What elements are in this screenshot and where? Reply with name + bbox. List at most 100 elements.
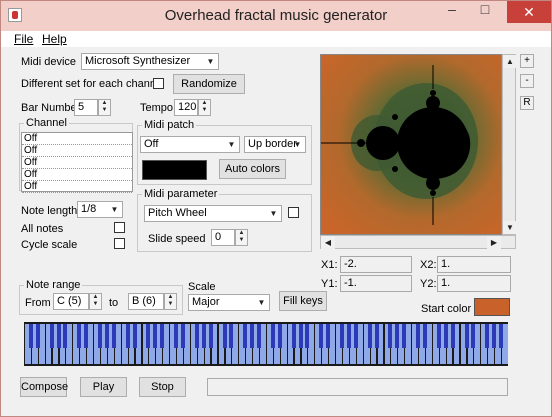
black-key[interactable]: [395, 324, 400, 348]
from-note-input[interactable]: C (5): [53, 293, 89, 310]
black-key[interactable]: [104, 324, 109, 348]
black-key[interactable]: [181, 324, 186, 348]
different-set-checkbox[interactable]: [153, 78, 164, 89]
black-key[interactable]: [160, 324, 165, 348]
channel-item[interactable]: Off: [22, 133, 132, 145]
black-key[interactable]: [402, 324, 407, 348]
close-button[interactable]: ✕: [507, 1, 551, 23]
black-key[interactable]: [471, 324, 476, 348]
menu-help[interactable]: Help: [42, 32, 67, 46]
black-key[interactable]: [305, 324, 310, 348]
black-key[interactable]: [35, 324, 40, 348]
black-key[interactable]: [319, 324, 324, 348]
black-key[interactable]: [277, 324, 282, 348]
black-key[interactable]: [201, 324, 206, 348]
black-key[interactable]: [499, 324, 504, 348]
stop-button[interactable]: Stop: [139, 377, 186, 397]
reset-view-button[interactable]: R: [520, 96, 534, 110]
scale-select[interactable]: Major ▼: [188, 294, 270, 311]
midi-patch-select[interactable]: Off ▼: [140, 136, 240, 153]
black-key[interactable]: [416, 324, 421, 348]
to-note-input[interactable]: B (6): [128, 293, 164, 310]
black-key[interactable]: [464, 324, 469, 348]
black-key[interactable]: [492, 324, 497, 348]
black-key[interactable]: [243, 324, 248, 348]
black-key[interactable]: [208, 324, 213, 348]
minimize-button[interactable]: –: [437, 1, 467, 23]
zoom-out-button[interactable]: -: [520, 74, 534, 88]
black-key[interactable]: [77, 324, 82, 348]
black-key[interactable]: [367, 324, 372, 348]
border-mode-select[interactable]: Up border ▼: [244, 136, 306, 153]
black-key[interactable]: [423, 324, 428, 348]
midi-parameter-select[interactable]: Pitch Wheel ▼: [144, 205, 282, 222]
to-note-stepper[interactable]: ▲ ▼: [164, 293, 177, 310]
black-key[interactable]: [353, 324, 358, 348]
bar-number-stepper[interactable]: ▲ ▼: [98, 99, 111, 116]
maximize-button[interactable]: □: [470, 1, 500, 23]
cycle-scale-checkbox[interactable]: [114, 238, 125, 249]
black-key[interactable]: [63, 324, 68, 348]
black-key[interactable]: [84, 324, 89, 348]
black-key[interactable]: [450, 324, 455, 348]
black-key[interactable]: [388, 324, 393, 348]
midi-device-select[interactable]: Microsoft Synthesizer ▼: [81, 53, 219, 70]
piano-keyboard[interactable]: [24, 322, 508, 366]
black-key[interactable]: [146, 324, 151, 348]
channel-item[interactable]: Off: [22, 145, 132, 157]
black-key[interactable]: [298, 324, 303, 348]
fill-keys-button[interactable]: Fill keys: [279, 291, 327, 311]
fractal-view[interactable]: [320, 54, 502, 235]
black-key[interactable]: [153, 324, 158, 348]
play-button[interactable]: Play: [80, 377, 127, 397]
channel-item[interactable]: Off: [22, 169, 132, 181]
tempo-stepper[interactable]: ▲ ▼: [198, 99, 211, 116]
start-color-swatch[interactable]: [474, 298, 510, 316]
channel-item[interactable]: Off: [22, 181, 132, 193]
randomize-button[interactable]: Randomize: [173, 74, 245, 94]
bar-number-input[interactable]: 5: [74, 99, 98, 116]
black-key[interactable]: [98, 324, 103, 348]
fractal-horizontal-scrollbar[interactable]: ◀ ▶: [320, 235, 516, 249]
black-key[interactable]: [222, 324, 227, 348]
slide-speed-stepper[interactable]: ▲ ▼: [235, 229, 248, 246]
black-key[interactable]: [194, 324, 199, 348]
patch-color-swatch[interactable]: [142, 160, 207, 180]
slide-speed-input[interactable]: 0: [211, 229, 235, 246]
black-key[interactable]: [436, 324, 441, 348]
black-key[interactable]: [174, 324, 179, 348]
black-key[interactable]: [125, 324, 130, 348]
from-note-stepper[interactable]: ▲ ▼: [89, 293, 102, 310]
all-notes-checkbox[interactable]: [114, 222, 125, 233]
black-key[interactable]: [257, 324, 262, 348]
menu-file[interactable]: File: [14, 32, 33, 46]
black-key[interactable]: [250, 324, 255, 348]
note-length-select[interactable]: 1/8 ▼: [77, 201, 123, 218]
compose-button[interactable]: Compose: [20, 377, 68, 397]
black-key[interactable]: [132, 324, 137, 348]
black-key[interactable]: [326, 324, 331, 348]
black-key[interactable]: [346, 324, 351, 348]
black-key[interactable]: [28, 324, 33, 348]
fractal-vertical-scrollbar[interactable]: ▲ ▼: [502, 54, 517, 235]
auto-colors-button[interactable]: Auto colors: [219, 159, 286, 179]
black-key[interactable]: [291, 324, 296, 348]
black-key[interactable]: [111, 324, 116, 348]
black-key[interactable]: [270, 324, 275, 348]
tempo-input[interactable]: 120: [174, 99, 198, 116]
scroll-up-icon[interactable]: ▲: [503, 55, 517, 68]
black-key[interactable]: [229, 324, 234, 348]
black-key[interactable]: [374, 324, 379, 348]
scroll-down-icon[interactable]: ▼: [503, 221, 517, 234]
channel-list[interactable]: Off Off Off Off Off: [21, 132, 133, 193]
channel-item[interactable]: Off: [22, 157, 132, 169]
midi-parameter-checkbox[interactable]: [288, 207, 299, 218]
black-key[interactable]: [340, 324, 345, 348]
black-key[interactable]: [485, 324, 490, 348]
scroll-left-icon[interactable]: ◀: [321, 236, 335, 249]
scroll-right-icon[interactable]: ▶: [487, 236, 501, 249]
black-key[interactable]: [443, 324, 448, 348]
zoom-in-button[interactable]: +: [520, 54, 534, 68]
black-key[interactable]: [56, 324, 61, 348]
black-key[interactable]: [49, 324, 54, 348]
